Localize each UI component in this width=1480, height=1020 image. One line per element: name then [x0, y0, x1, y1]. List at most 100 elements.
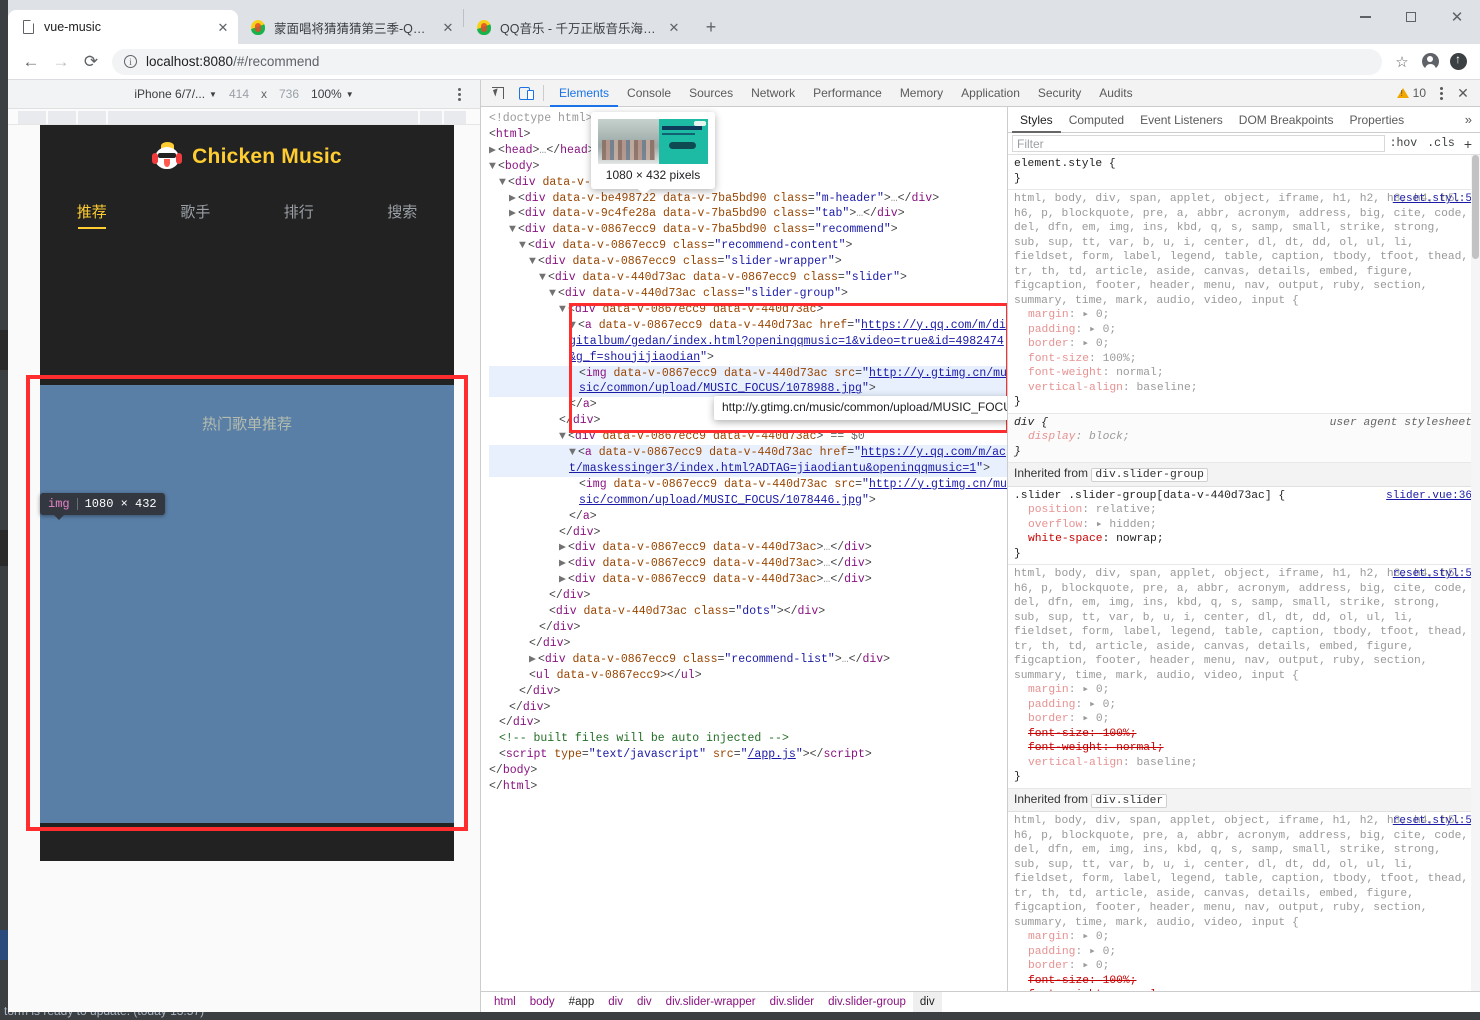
browser-tab-qq-music[interactable]: QQ音乐 - 千万正版音乐海量无损 ✕ — [464, 10, 689, 44]
prop-value[interactable]: normal; — [1116, 989, 1163, 991]
stylesheet-source-link[interactable]: reset.styl:5 — [1393, 814, 1472, 829]
styles-tab-event-listeners[interactable]: Event Listeners — [1132, 107, 1231, 133]
devtools-tab-sources[interactable]: Sources — [680, 80, 742, 107]
device-toggle-icon[interactable] — [511, 80, 537, 106]
prop-value[interactable]: 100%; — [1103, 975, 1137, 987]
cursor-select-icon[interactable] — [485, 80, 511, 106]
inherited-source[interactable]: div.slider-group — [1091, 468, 1208, 482]
dom-line[interactable]: ▶ <div data-v-0867ecc9 data-v-440d73ac>…<… — [489, 572, 1007, 588]
prop-name[interactable]: font-size — [1028, 728, 1089, 740]
back-button[interactable]: ← — [16, 47, 46, 77]
toggle-class-button[interactable]: .cls — [1422, 137, 1460, 150]
dom-line[interactable]: ▼ <div data-v-0867ecc9 class="recommend-c… — [489, 238, 1007, 254]
viewport-width-input[interactable]: 414 — [229, 87, 249, 101]
devtools-tab-elements[interactable]: Elements — [550, 80, 618, 107]
profile-avatar-icon[interactable] — [1416, 48, 1444, 76]
prop-name[interactable]: margin — [1028, 309, 1069, 321]
prop-name[interactable]: vertical-align — [1028, 382, 1123, 394]
prop-value[interactable]: nowrap; — [1116, 533, 1163, 545]
dom-line[interactable]: <img data-v-0867ecc9 data-v-440d73ac src… — [489, 365, 1007, 398]
breadcrumb-div-1[interactable]: div — [601, 992, 630, 1013]
styles-rule-list[interactable]: element.style { } html, body, div, span,… — [1008, 155, 1480, 991]
devtools-more-options-icon[interactable] — [1432, 82, 1450, 104]
prop-name[interactable]: font-weight — [1028, 989, 1103, 991]
styles-tab-dom-breakpoints[interactable]: DOM Breakpoints — [1231, 107, 1342, 133]
dom-line[interactable]: <script type="text/javascript" src="/app… — [489, 747, 1007, 763]
prop-value[interactable]: 0; — [1096, 931, 1110, 943]
prop-name[interactable]: white-space — [1028, 533, 1103, 545]
prop-name[interactable]: padding — [1028, 324, 1075, 336]
styles-tab-styles[interactable]: Styles — [1012, 107, 1061, 133]
dom-line[interactable]: ▼ <div data-v-0867ecc9 data-v-7ba5bd90 cl… — [489, 222, 1007, 238]
prop-value[interactable]: baseline; — [1136, 757, 1197, 769]
prop-name[interactable]: border — [1028, 713, 1069, 725]
bookmark-star-icon[interactable]: ☆ — [1388, 48, 1416, 76]
dom-line[interactable]: </div> — [489, 620, 1007, 636]
browser-tab-masked-singer[interactable]: 蒙面唱将猜猜猜第三季-QQ音乐 ✕ — [238, 10, 463, 44]
prop-name[interactable]: margin — [1028, 684, 1069, 696]
prop-value[interactable]: 0; — [1096, 338, 1110, 350]
new-style-rule-button[interactable]: + — [1460, 136, 1476, 152]
dom-line[interactable]: </html> — [489, 779, 1007, 795]
prop-value[interactable]: baseline; — [1136, 382, 1197, 394]
dom-line[interactable]: </div> — [489, 588, 1007, 604]
emulated-viewport[interactable]: Chicken Music 推荐 歌手 排行 搜索 热门歌单推荐 img 108… — [8, 125, 480, 1012]
prop-value[interactable]: relative; — [1096, 504, 1157, 516]
prop-name[interactable]: font-weight — [1028, 367, 1103, 379]
breadcrumb-div-2[interactable]: div — [630, 992, 659, 1013]
devtools-tab-application[interactable]: Application — [952, 80, 1029, 107]
info-icon[interactable]: i — [124, 55, 137, 68]
breadcrumb-html[interactable]: html — [487, 992, 523, 1013]
warning-count-chip[interactable]: 10 — [1393, 86, 1430, 100]
devtools-tab-performance[interactable]: Performance — [804, 80, 891, 107]
dom-line[interactable]: ▼ <body> — [489, 159, 1007, 175]
styles-tab-properties[interactable]: Properties — [1341, 107, 1412, 133]
devtools-tab-console[interactable]: Console — [618, 80, 680, 107]
breadcrumb-app[interactable]: #app — [562, 992, 602, 1013]
style-rule-reset-1[interactable]: html, body, div, span, applet, object, i… — [1008, 190, 1480, 414]
dom-line[interactable]: ▼ <div data-v-440d73ac class="slider-grou… — [489, 286, 1007, 302]
dom-line[interactable]: </a> — [489, 509, 1007, 525]
devtools-tab-memory[interactable]: Memory — [891, 80, 952, 107]
dom-line[interactable]: ▼ <a data-v-0867ecc9 data-v-440d73ac href… — [489, 318, 1007, 366]
styles-tab-computed[interactable]: Computed — [1061, 107, 1132, 133]
style-rule-reset-2[interactable]: html, body, div, span, applet, object, i… — [1008, 565, 1480, 789]
devtools-tab-audits[interactable]: Audits — [1090, 80, 1141, 107]
dom-line[interactable]: ▼ <div data-v-440d73ac data-v-0867ecc9 cl… — [489, 270, 1007, 286]
viewport-height-input[interactable]: 736 — [279, 87, 299, 101]
dom-line[interactable]: </div> — [489, 700, 1007, 716]
inherited-source[interactable]: div.slider — [1091, 793, 1168, 808]
breadcrumb-slider-group[interactable]: div.slider-group — [821, 992, 913, 1013]
prop-name[interactable]: vertical-align — [1028, 757, 1123, 769]
devtools-tab-security[interactable]: Security — [1029, 80, 1090, 107]
prop-value[interactable]: 0; — [1096, 713, 1110, 725]
close-icon[interactable]: ✕ — [439, 18, 457, 36]
breadcrumb-slider[interactable]: div.slider — [763, 992, 822, 1013]
dom-line[interactable]: </div> — [489, 636, 1007, 652]
reload-button[interactable]: ⟳ — [76, 47, 106, 77]
dom-tree-pane[interactable]: <!doctype html><html>▶<head>…</head>▼<bo… — [481, 107, 1007, 991]
prop-name[interactable]: font-size — [1028, 975, 1089, 987]
dom-line[interactable]: ▶ <div data-v-be498722 data-v-7ba5bd90 cl… — [489, 191, 1007, 207]
close-icon[interactable]: ✕ — [665, 18, 683, 36]
address-bar[interactable]: i localhost:8080/#/recommend — [112, 48, 1382, 75]
dom-line[interactable]: ▼ <div data-v-0867ecc9 data-v-440d73ac> — [489, 302, 1007, 318]
dom-line[interactable]: ▼<div data-v-7ba5bd90 id="app"> — [489, 175, 1007, 191]
prop-value[interactable]: 0; — [1103, 699, 1117, 711]
stylesheet-source-link[interactable]: reset.styl:5 — [1393, 567, 1472, 582]
dom-line[interactable]: ▼ <div data-v-0867ecc9 class="slider-wrap… — [489, 254, 1007, 270]
stylesheet-source-link[interactable]: slider.vue:36 — [1386, 489, 1472, 504]
breadcrumb-selected-div[interactable]: div — [912, 991, 942, 1012]
zoom-select[interactable]: 100% ▼ — [311, 87, 354, 101]
dom-line[interactable]: ▶<head>…</head> — [489, 143, 1007, 159]
prop-value[interactable]: normal; — [1116, 367, 1163, 379]
app-tab-rank[interactable]: 排行 — [247, 189, 351, 233]
browser-tab-vue-music[interactable]: vue-music ✕ — [8, 10, 238, 44]
app-tab-singer[interactable]: 歌手 — [144, 189, 248, 233]
toggle-hover-state-button[interactable]: :hov — [1385, 137, 1423, 150]
dom-line[interactable]: <!doctype html> — [489, 111, 1007, 127]
style-rule-element-style[interactable]: element.style { } — [1008, 155, 1480, 190]
dom-line[interactable]: <div data-v-440d73ac class="dots"></div> — [489, 604, 1007, 620]
prop-value[interactable]: 100%; — [1103, 728, 1137, 740]
dom-line[interactable]: </div> — [489, 715, 1007, 731]
